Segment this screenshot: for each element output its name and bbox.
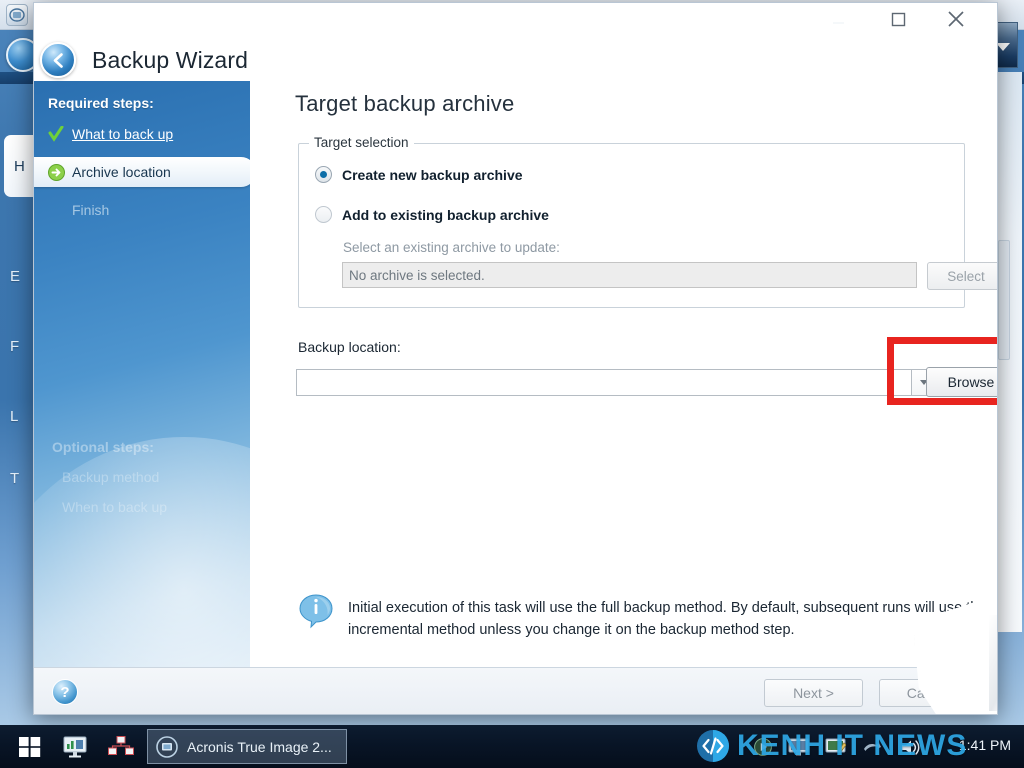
close-button[interactable] [933, 3, 979, 35]
help-icon: ? [60, 683, 70, 701]
tray-network-icon[interactable] [860, 735, 886, 759]
tray-settings-pen-icon[interactable] [822, 735, 848, 759]
sidebar-step-finish: Finish [34, 195, 250, 225]
maximize-button[interactable] [875, 3, 921, 35]
taskbar-monitor-chart-icon[interactable] [60, 733, 90, 761]
wizard-footer: ? Next > Cancel [34, 667, 997, 714]
wizard-header: Backup Wizard [34, 33, 634, 87]
tray-media-icon[interactable] [750, 735, 776, 759]
background-app-scrollbar[interactable] [998, 240, 1010, 360]
next-button[interactable]: Next > [764, 679, 863, 707]
sidebar-optional-step-when-to-back-up[interactable]: When to back up [62, 499, 250, 515]
browse-button-label: Browse [947, 374, 995, 390]
required-steps-heading: Required steps: [48, 95, 154, 111]
taskbar: Acronis True Image 2... 1:41 PM [0, 725, 1024, 768]
radio-selected-icon [315, 166, 332, 183]
info-icon [298, 593, 334, 629]
taskbar-button-acronis-true-image[interactable]: Acronis True Image 2... [147, 729, 347, 764]
windows-start-button[interactable] [10, 732, 50, 761]
page-title: Target backup archive [295, 91, 515, 116]
close-icon [948, 11, 964, 27]
wizard-content: Target backup archive Target selection C… [250, 81, 997, 667]
bg-nav-label-2: E [10, 267, 21, 285]
next-button-label: Next > [793, 685, 834, 701]
page-curl-artifact [989, 615, 997, 711]
maximize-icon [891, 12, 905, 26]
minimize-icon [832, 21, 844, 24]
arrow-left-icon [53, 52, 63, 68]
radio-add-to-existing-backup-archive[interactable]: Add to existing backup archive [315, 206, 549, 223]
archive-path-value: No archive is selected. [349, 267, 485, 283]
taskbar-clock[interactable]: 1:41 PM [959, 737, 1011, 753]
browse-button[interactable]: Browse [926, 367, 997, 397]
bg-nav-item-5[interactable]: T [2, 452, 36, 504]
tray-display-icon[interactable] [785, 735, 811, 759]
bg-nav-item-4[interactable]: L [2, 390, 36, 442]
acronis-true-image-icon [156, 735, 178, 758]
sidebar-step-what-to-back-up[interactable]: What to back up [34, 119, 250, 149]
select-existing-archive-label: Select an existing archive to update: [343, 240, 560, 255]
bg-nav-label-3: F [10, 337, 20, 355]
info-note-text: Initial execution of this task will use … [348, 600, 987, 638]
select-button-label: Select [947, 268, 985, 284]
wizard-title: Backup Wizard [92, 46, 248, 73]
radio-unselected-icon [315, 206, 332, 223]
back-button[interactable] [40, 42, 76, 78]
bg-nav-item-3[interactable]: F [2, 320, 36, 372]
sidebar-optional-step-backup-method[interactable]: Backup method [62, 469, 250, 485]
minimize-button[interactable] [815, 3, 861, 35]
archive-path-field[interactable]: No archive is selected. [342, 262, 917, 288]
chevron-down-icon [996, 43, 1010, 51]
taskbar-button-label: Acronis True Image 2... [187, 738, 332, 755]
backup-location-label: Backup location: [298, 339, 401, 355]
arrow-right-icon [48, 163, 68, 181]
acronis-app-icon [6, 4, 28, 26]
taskbar-network-devices-icon[interactable] [106, 733, 136, 761]
check-icon [48, 126, 68, 142]
wizard-sidebar: Required steps: What to back up Archive … [34, 81, 250, 667]
backup-location-input[interactable] [296, 369, 912, 396]
sidebar-step-label-2: Finish [72, 202, 110, 218]
tray-volume-icon[interactable] [898, 735, 924, 759]
optional-steps-heading: Optional steps: [52, 439, 154, 455]
info-note: Initial execution of this task will use … [298, 594, 988, 641]
radio-label-create-new: Create new backup archive [342, 166, 523, 183]
sidebar-step-archive-location[interactable]: Archive location [34, 157, 250, 187]
radio-label-add-existing: Add to existing backup archive [342, 206, 549, 223]
target-selection-legend: Target selection [309, 135, 414, 150]
sidebar-step-label-0: What to back up [72, 126, 174, 142]
select-archive-button[interactable]: Select [927, 262, 997, 290]
windows-start-icon [19, 736, 41, 757]
bg-nav-label-5: T [10, 469, 20, 487]
radio-create-new-backup-archive[interactable]: Create new backup archive [315, 166, 523, 183]
bg-nav-item-2[interactable]: E [2, 250, 36, 302]
bg-nav-label-home: H [14, 157, 25, 175]
help-button[interactable]: ? [52, 679, 78, 705]
target-selection-group: Target selection Create new backup archi… [298, 135, 997, 308]
desktop: H E F L T Backup Wizard Required steps: … [0, 0, 1024, 768]
sidebar-step-label-1: Archive location [72, 164, 171, 180]
backup-wizard-dialog: Backup Wizard Required steps: What to ba… [33, 2, 998, 715]
bg-nav-label-4: L [10, 407, 19, 425]
